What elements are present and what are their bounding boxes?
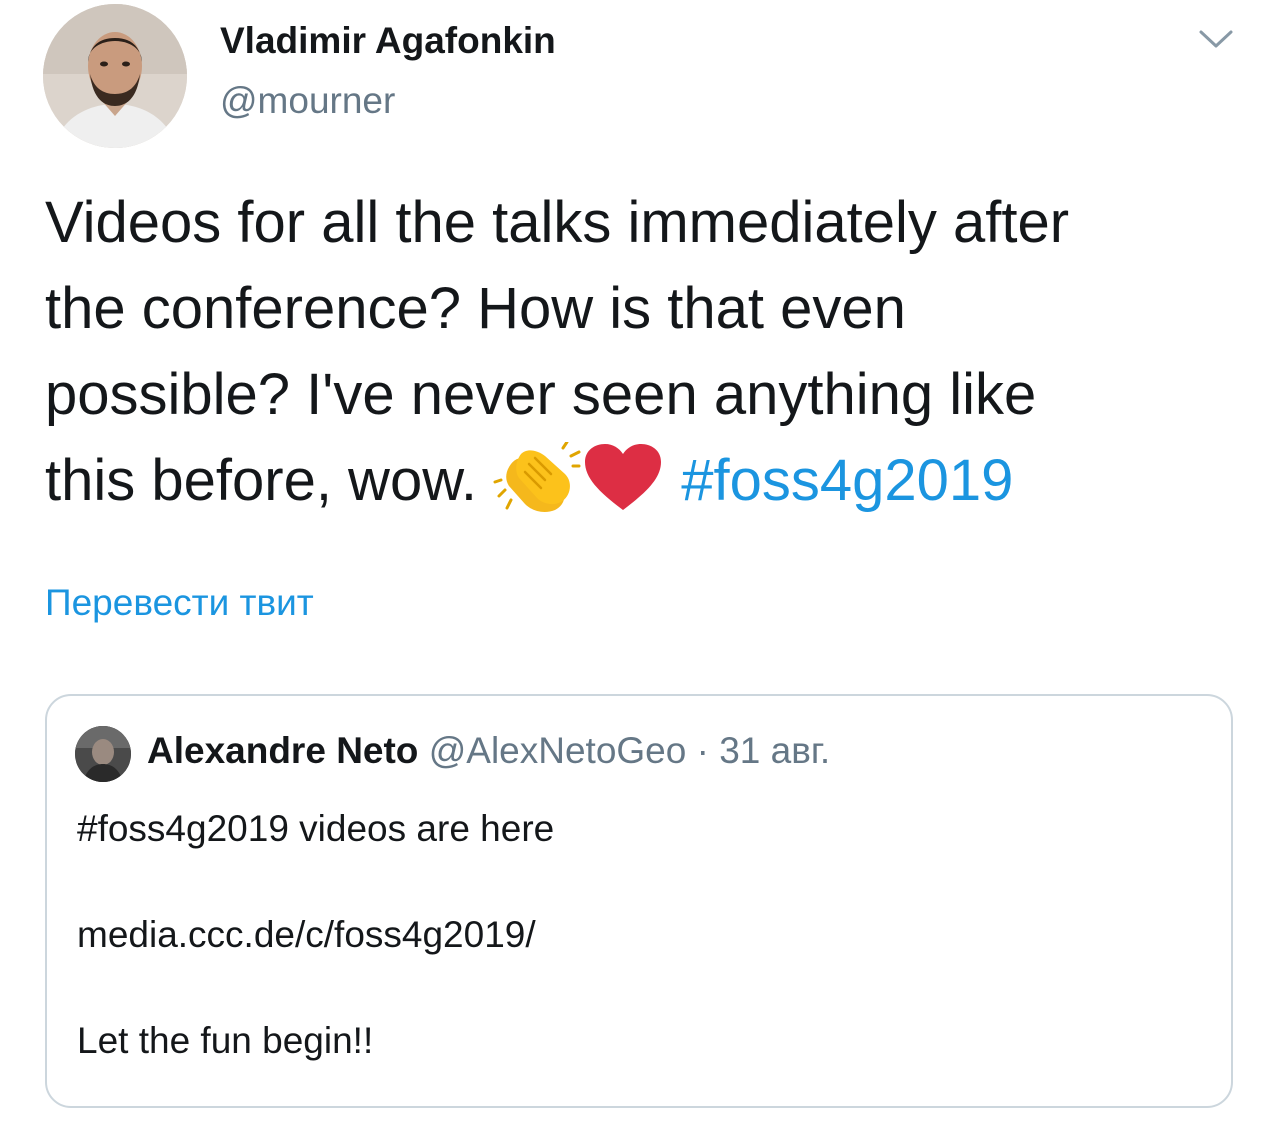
tweet: Vladimir Agafonkin @mourner Videos for a… bbox=[0, 0, 1280, 1134]
quoted-author-avatar-image bbox=[75, 726, 131, 782]
quoted-author-avatar bbox=[75, 726, 131, 782]
quoted-author-name: Alexandre Neto bbox=[147, 730, 419, 771]
quoted-tweet-date: 31 авг. bbox=[719, 730, 831, 771]
tweet-text-line: Videos for all the talks immediately aft… bbox=[45, 190, 1070, 255]
hashtag-link[interactable]: #foss4g2019 bbox=[681, 448, 1013, 513]
clapping-hands-icon bbox=[493, 440, 581, 538]
meta-separator: · bbox=[686, 730, 720, 771]
author-avatar-image bbox=[43, 4, 187, 148]
quoted-author-handle: @AlexNetoGeo bbox=[428, 730, 687, 771]
quoted-tweet-spacer bbox=[77, 855, 554, 908]
quoted-tweet-line: Let the fun begin!! bbox=[77, 1020, 374, 1061]
tweet-text: Videos for all the talks immediately aft… bbox=[45, 180, 1245, 538]
quoted-tweet-line: #foss4g2019 videos are here bbox=[77, 808, 555, 849]
quoted-tweet-header: Alexandre Neto @AlexNetoGeo · 31 авг. bbox=[147, 730, 830, 772]
author-handle[interactable]: @mourner bbox=[220, 80, 395, 122]
author-name[interactable]: Vladimir Agafonkin bbox=[220, 20, 556, 62]
tweet-text-line: this before, wow. #foss4g2019 bbox=[45, 438, 1245, 538]
translate-tweet-link[interactable]: Перевести твит bbox=[45, 582, 314, 624]
author-avatar[interactable] bbox=[43, 4, 187, 148]
red-heart-icon bbox=[581, 442, 665, 538]
quoted-tweet-line: media.ccc.de/c/foss4g2019/ bbox=[77, 914, 536, 955]
quoted-tweet-spacer bbox=[77, 961, 554, 1014]
tweet-text-line: the conference? How is that even bbox=[45, 276, 906, 341]
tweet-text-fragment: this before, wow. bbox=[45, 448, 477, 513]
quoted-tweet-card[interactable]: Alexandre Neto @AlexNetoGeo · 31 авг. #f… bbox=[45, 694, 1233, 1108]
tweet-text-line: possible? I've never seen anything like bbox=[45, 362, 1037, 427]
chevron-down-icon[interactable] bbox=[1196, 22, 1236, 56]
quoted-tweet-text: #foss4g2019 videos are here media.ccc.de… bbox=[77, 802, 554, 1067]
